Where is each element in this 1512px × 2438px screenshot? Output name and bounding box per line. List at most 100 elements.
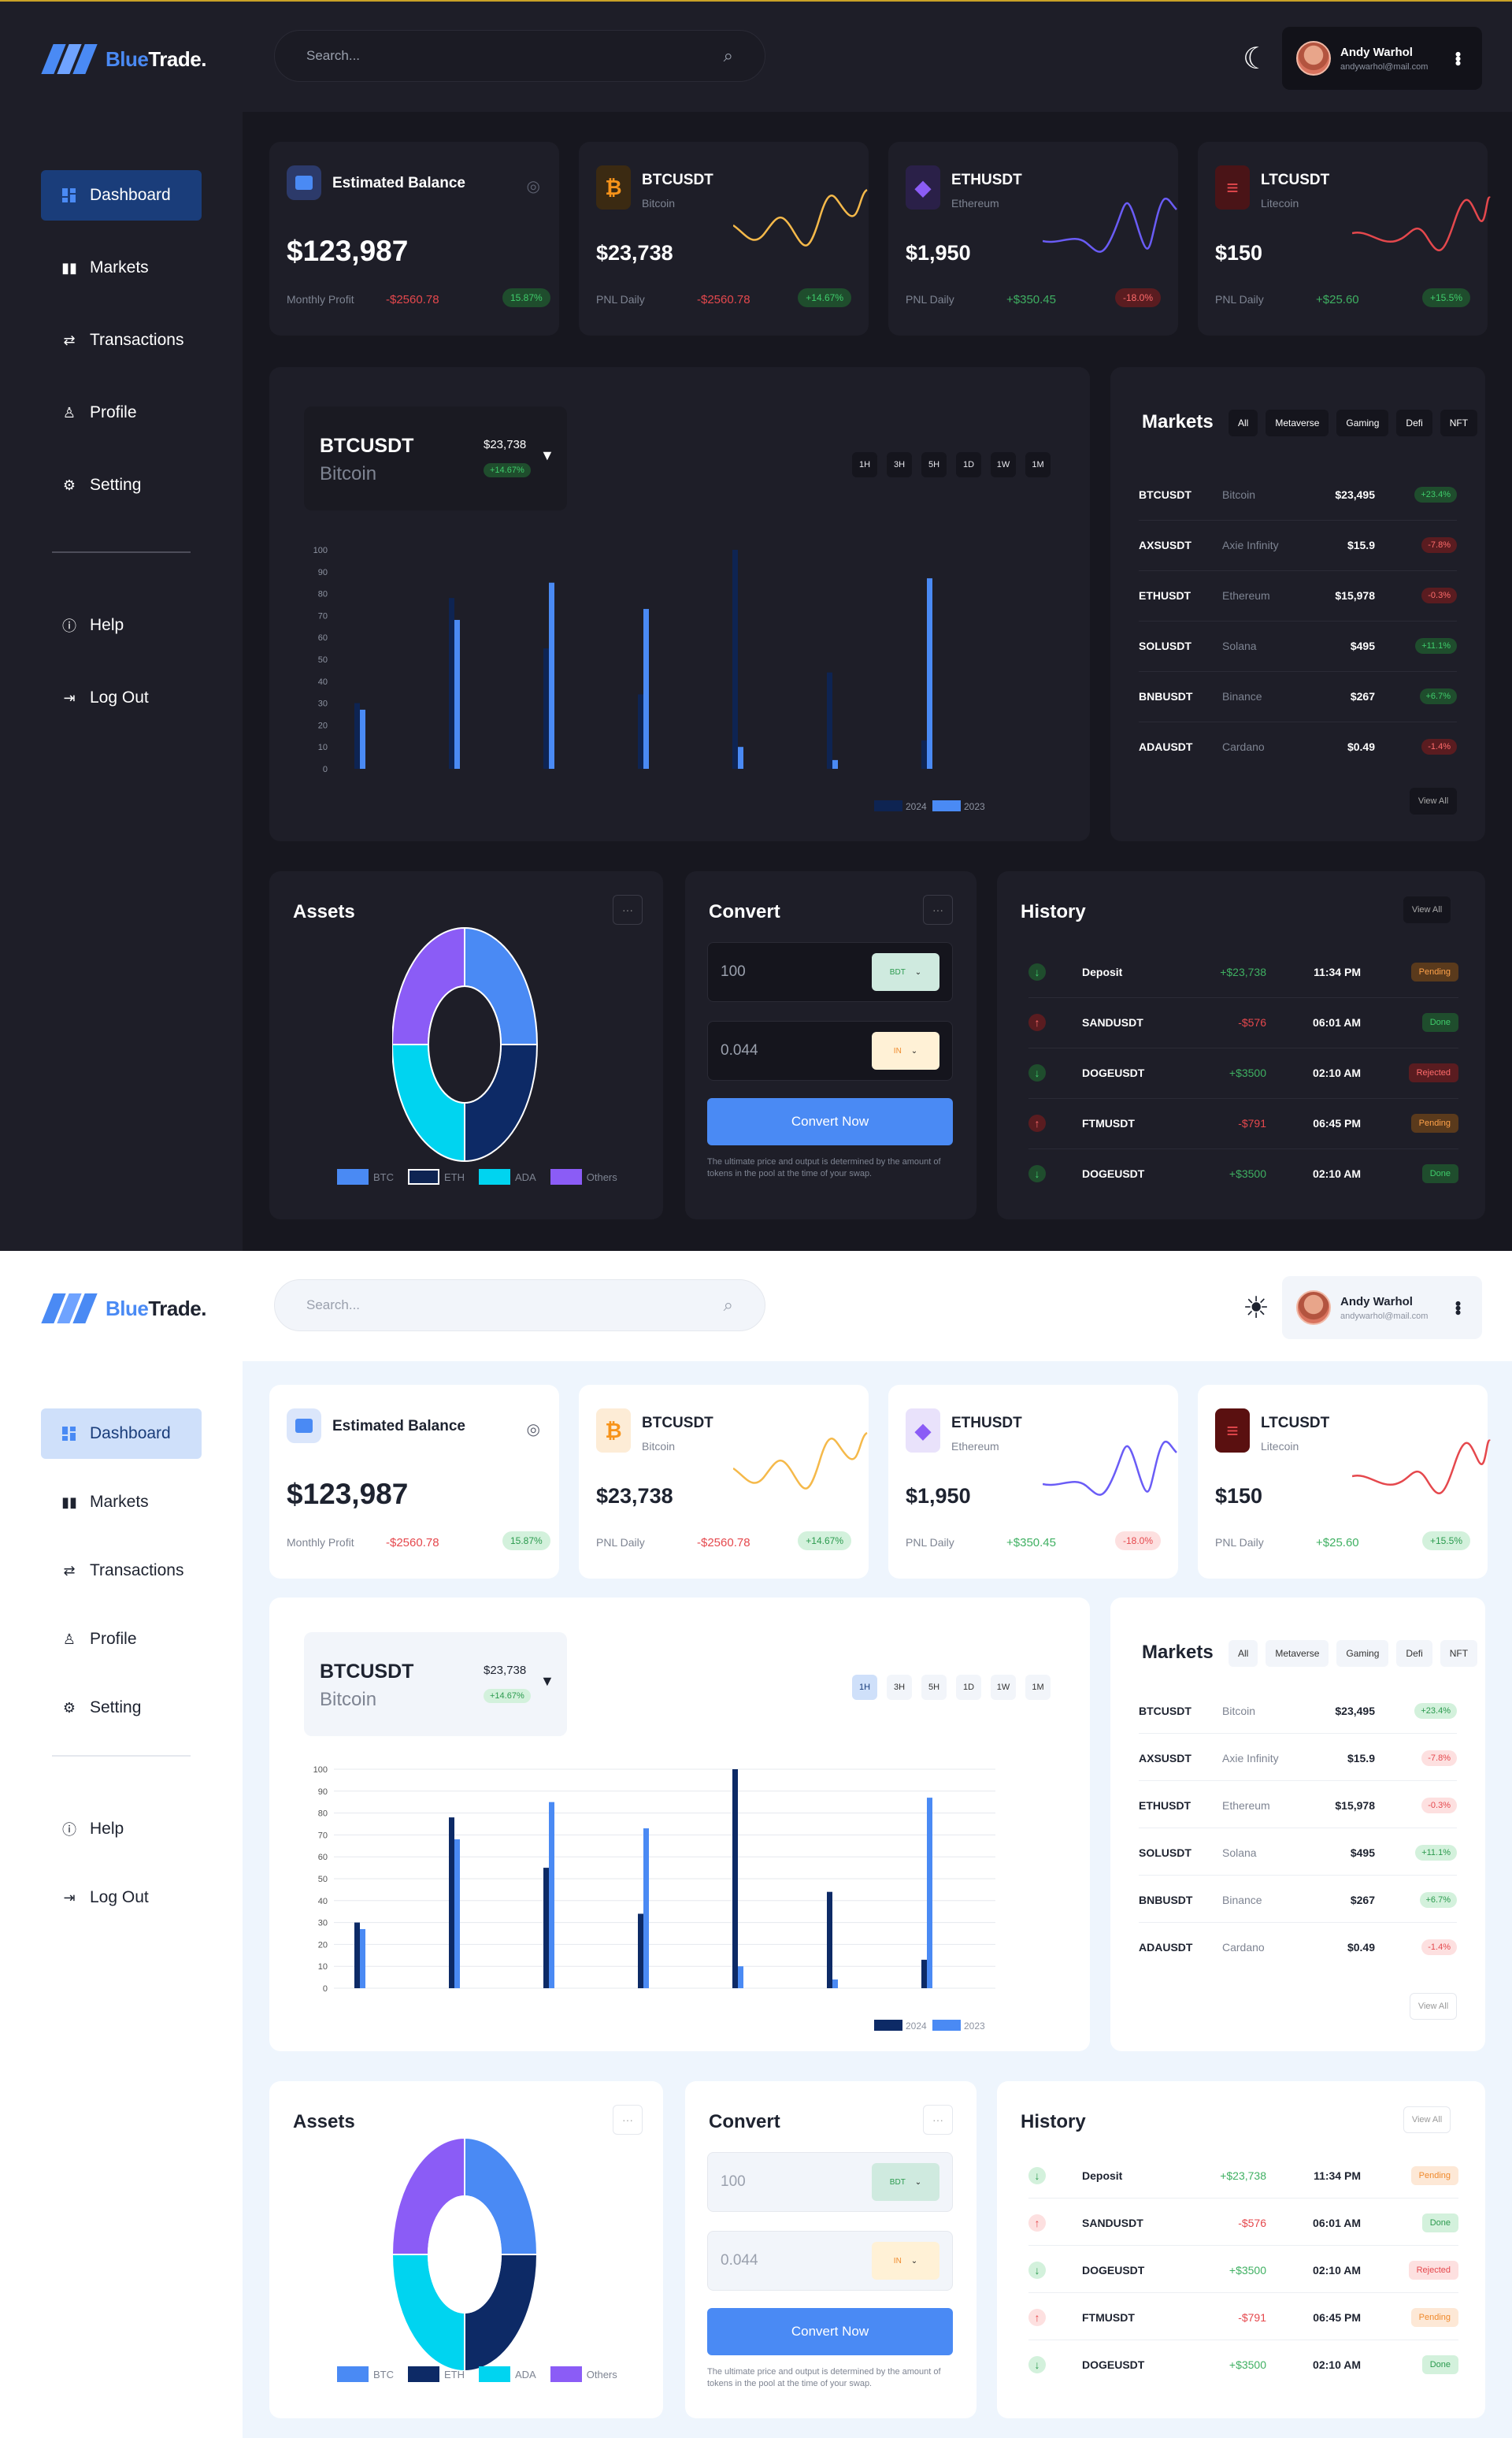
more-options-icon[interactable]: ···	[613, 895, 643, 925]
coin-card-btcusdt[interactable]: ₿ BTCUSDT Bitcoin $23,738 PNL Daily -$25…	[579, 1385, 869, 1579]
history-row[interactable]: ↓ DOGEUSDT +$3500 02:10 AM Done	[1028, 1148, 1458, 1199]
more-options-icon[interactable]: ···	[613, 2105, 643, 2135]
market-row[interactable]: AXSUSDT Axie Infinity $15.9 -7.8%	[1139, 1733, 1457, 1783]
coin-card-ethusdt[interactable]: ◆ ETHUSDT Ethereum $1,950 PNL Daily +$35…	[888, 142, 1178, 336]
history-row[interactable]: ↑ SANDUSDT -$576 06:01 AM Done	[1028, 2198, 1458, 2248]
market-tab-gaming[interactable]: Gaming	[1336, 1640, 1389, 1667]
market-row[interactable]: ADAUSDT Cardano $0.49 -1.4%	[1139, 722, 1457, 772]
market-row[interactable]: BNBUSDT Binance $267 +6.7%	[1139, 1875, 1457, 1925]
timeframe-tab-1d[interactable]: 1D	[956, 1675, 981, 1700]
market-tab-defi[interactable]: Defi	[1396, 1640, 1432, 1667]
market-row[interactable]: BNBUSDT Binance $267 +6.7%	[1139, 671, 1457, 722]
history-row[interactable]: ↓ DOGEUSDT +$3500 02:10 AM Rejected	[1028, 2245, 1458, 2295]
moon-icon[interactable]: ☾	[1243, 41, 1269, 76]
user-profile-menu[interactable]: Andy Warhol andywarhol@mail.com •••	[1282, 1276, 1482, 1339]
pair-selector[interactable]: BTCUSDT Bitcoin $23,738 +14.67% ▼	[304, 1632, 567, 1736]
from-amount-field[interactable]: 100 BDT ⌄	[707, 2152, 953, 2212]
to-amount-field[interactable]: 0.044 IN ⌄	[707, 2231, 953, 2291]
sidebar-item-markets[interactable]: ▮▮ Markets	[41, 1477, 202, 1527]
market-tab-nft[interactable]: NFT	[1440, 1640, 1478, 1667]
history-row[interactable]: ↓ DOGEUSDT +$3500 02:10 AM Done	[1028, 2340, 1458, 2390]
market-row[interactable]: ADAUSDT Cardano $0.49 -1.4%	[1139, 1922, 1457, 1972]
sidebar-item-profile[interactable]: ♙ Profile	[41, 388, 202, 438]
market-row[interactable]: AXSUSDT Axie Infinity $15.9 -7.8%	[1139, 520, 1457, 570]
market-row[interactable]: SOLUSDT Solana $495 +11.1%	[1139, 621, 1457, 671]
coin-card-ltcusdt[interactable]: ≡ LTCUSDT Litecoin $150 PNL Daily +$25.6…	[1198, 1385, 1492, 1579]
convert-now-button[interactable]: Convert Now	[707, 2308, 953, 2355]
sidebar-item-dashboard[interactable]: Dashboard	[41, 1408, 202, 1459]
market-tab-gaming[interactable]: Gaming	[1336, 410, 1389, 436]
sidebar-item-transactions[interactable]: ⇄ Transactions	[41, 315, 202, 366]
sidebar-item-markets[interactable]: ▮▮ Markets	[41, 243, 202, 293]
timeframe-tab-1m[interactable]: 1M	[1025, 1675, 1051, 1700]
timeframe-tab-1m[interactable]: 1M	[1025, 452, 1051, 477]
timeframe-tab-1d[interactable]: 1D	[956, 452, 981, 477]
market-row[interactable]: SOLUSDT Solana $495 +11.1%	[1139, 1828, 1457, 1878]
search-icon[interactable]: ⌕	[724, 1295, 733, 1315]
markets-view-all-button[interactable]: View All	[1410, 1993, 1457, 2020]
coin-card-ltcusdt[interactable]: ≡ LTCUSDT Litecoin $150 PNL Daily +$25.6…	[1198, 142, 1492, 336]
history-row[interactable]: ↓ DOGEUSDT +$3500 02:10 AM Rejected	[1028, 1048, 1458, 1098]
to-currency-select[interactable]: IN ⌄	[872, 1032, 939, 1070]
settings-icon[interactable]: ◎	[527, 176, 540, 196]
market-tab-all[interactable]: All	[1228, 410, 1258, 436]
sidebar-item-dashboard[interactable]: Dashboard	[41, 170, 202, 221]
to-currency-select[interactable]: IN ⌄	[872, 2242, 939, 2280]
coin-sub-label: PNL Daily	[906, 293, 954, 306]
market-tab-all[interactable]: All	[1228, 1640, 1258, 1667]
more-vertical-icon[interactable]: •••	[1447, 51, 1468, 65]
search-input[interactable]: Search... ⌕	[274, 1279, 765, 1331]
search-icon[interactable]: ⌕	[724, 46, 733, 66]
from-currency-select[interactable]: BDT ⌄	[872, 953, 939, 991]
timeframe-tab-1h[interactable]: 1H	[852, 452, 877, 477]
markets-view-all-button[interactable]: View All	[1410, 788, 1457, 815]
sidebar-item-help[interactable]: ⓘ Help	[41, 600, 202, 651]
user-profile-menu[interactable]: Andy Warhol andywarhol@mail.com •••	[1282, 27, 1482, 90]
sidebar-item-transactions[interactable]: ⇄ Transactions	[41, 1546, 202, 1596]
timeframe-tab-3h[interactable]: 3H	[887, 452, 912, 477]
pair-selector[interactable]: BTCUSDT Bitcoin $23,738 +14.67% ▼	[304, 406, 567, 510]
sidebar-item-help[interactable]: ⓘ Help	[41, 1804, 202, 1854]
market-tab-nft[interactable]: NFT	[1440, 410, 1478, 436]
coin-card-btcusdt[interactable]: ₿ BTCUSDT Bitcoin $23,738 PNL Daily -$25…	[579, 142, 869, 336]
more-options-icon[interactable]: ···	[923, 2105, 953, 2135]
market-price: $267	[1350, 690, 1375, 703]
sidebar-item-setting[interactable]: ⚙ Setting	[41, 1683, 202, 1733]
sun-icon[interactable]: ☀	[1243, 1290, 1269, 1326]
market-tab-defi[interactable]: Defi	[1396, 410, 1432, 436]
settings-icon[interactable]: ◎	[527, 1419, 540, 1439]
history-row[interactable]: ↑ FTMUSDT -$791 06:45 PM Pending	[1028, 1098, 1458, 1148]
more-options-icon[interactable]: ···	[923, 895, 953, 925]
to-amount-field[interactable]: 0.044 IN ⌄	[707, 1021, 953, 1081]
from-amount-field[interactable]: 100 BDT ⌄	[707, 942, 953, 1002]
history-row[interactable]: ↑ SANDUSDT -$576 06:01 AM Done	[1028, 997, 1458, 1048]
history-row[interactable]: ↑ FTMUSDT -$791 06:45 PM Pending	[1028, 2292, 1458, 2343]
history-row[interactable]: ↓ Deposit +$23,738 11:34 PM Pending	[1028, 2150, 1458, 2201]
market-row[interactable]: ETHUSDT Ethereum $15,978 -0.3%	[1139, 570, 1457, 621]
brand-logo[interactable]: BlueTrade.	[41, 1293, 206, 1323]
coin-card-ethusdt[interactable]: ◆ ETHUSDT Ethereum $1,950 PNL Daily +$35…	[888, 1385, 1178, 1579]
timeframe-tab-3h[interactable]: 3H	[887, 1675, 912, 1700]
market-tab-metaverse[interactable]: Metaverse	[1266, 410, 1329, 436]
market-tab-metaverse[interactable]: Metaverse	[1266, 1640, 1329, 1667]
brand-logo[interactable]: BlueTrade.	[41, 44, 206, 74]
market-row[interactable]: BTCUSDT Bitcoin $23,495 +23.4%	[1139, 1686, 1457, 1736]
timeframe-tab-1w[interactable]: 1W	[991, 1675, 1016, 1700]
sidebar-item-logout[interactable]: ⇥ Log Out	[41, 673, 202, 723]
convert-now-button[interactable]: Convert Now	[707, 1098, 953, 1145]
market-row[interactable]: ETHUSDT Ethereum $15,978 -0.3%	[1139, 1780, 1457, 1831]
timeframe-tab-5h[interactable]: 5H	[921, 452, 947, 477]
sidebar-item-profile[interactable]: ♙ Profile	[41, 1614, 202, 1664]
timeframe-tab-1h[interactable]: 1H	[852, 1675, 877, 1700]
history-row[interactable]: ↓ Deposit +$23,738 11:34 PM Pending	[1028, 947, 1458, 997]
timeframe-tab-5h[interactable]: 5H	[921, 1675, 947, 1700]
history-view-all-button[interactable]: View All	[1403, 896, 1451, 923]
timeframe-tab-1w[interactable]: 1W	[991, 452, 1016, 477]
search-input[interactable]: Search... ⌕	[274, 30, 765, 82]
from-currency-select[interactable]: BDT ⌄	[872, 2163, 939, 2201]
history-view-all-button[interactable]: View All	[1403, 2106, 1451, 2133]
sidebar-item-setting[interactable]: ⚙ Setting	[41, 460, 202, 510]
more-vertical-icon[interactable]: •••	[1447, 1301, 1468, 1314]
market-row[interactable]: BTCUSDT Bitcoin $23,495 +23.4%	[1139, 469, 1457, 520]
sidebar-item-logout[interactable]: ⇥ Log Out	[41, 1872, 202, 1923]
